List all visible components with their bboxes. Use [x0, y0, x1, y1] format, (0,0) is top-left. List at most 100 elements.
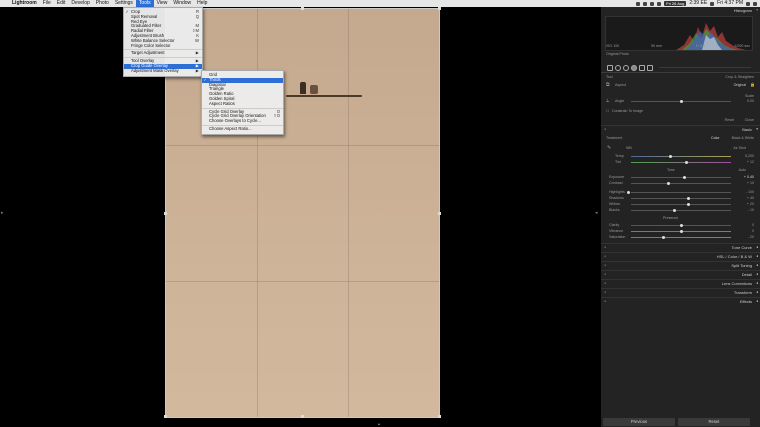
- exposure-slider[interactable]: [631, 177, 731, 178]
- menu-edit[interactable]: Edit: [54, 0, 69, 7]
- section-transform[interactable]: ◂ Transform ◂: [601, 288, 760, 296]
- vibrance-slider-thumb[interactable]: [680, 230, 683, 233]
- whites-slider-thumb[interactable]: [687, 203, 690, 206]
- menu-window[interactable]: Window: [170, 0, 194, 7]
- saturation-value[interactable]: - 20: [748, 235, 754, 239]
- contrast-slider[interactable]: [631, 183, 731, 184]
- crop-handle-bottom-right[interactable]: [438, 415, 441, 418]
- wifi-icon[interactable]: [650, 1, 655, 6]
- section-lens-corrections[interactable]: ◂ Lens Corrections ◂: [601, 279, 760, 287]
- whites-slider[interactable]: [631, 204, 731, 205]
- crop-handle-top-right[interactable]: [438, 7, 441, 10]
- menu-develop[interactable]: Develop: [68, 0, 92, 7]
- graduated-filter-icon[interactable]: [631, 65, 637, 71]
- submenu-item-aspect-ratios[interactable]: Aspect Ratios: [202, 101, 283, 107]
- highlights-slider-thumb[interactable]: [627, 191, 630, 194]
- search-icon[interactable]: [746, 1, 750, 6]
- tint-value[interactable]: + 12: [747, 160, 754, 164]
- crop-reset-button[interactable]: Reset: [725, 118, 734, 122]
- right-panel-toggle-icon[interactable]: ◂: [595, 210, 598, 216]
- whites-value[interactable]: + 20: [747, 202, 754, 206]
- wb-label: WB: [626, 146, 632, 150]
- section-effects[interactable]: ◂ Effects ◂: [601, 297, 760, 305]
- status-icon[interactable]: [636, 1, 641, 6]
- radial-filter-icon[interactable]: [639, 65, 645, 71]
- menu-file[interactable]: File: [40, 0, 54, 7]
- crop-handle-bottom[interactable]: [301, 415, 304, 418]
- treatment-bw-button[interactable]: Black & White: [732, 136, 754, 140]
- crop-handle-top[interactable]: [301, 7, 304, 10]
- section-detail[interactable]: ◂ Detail ◂: [601, 270, 760, 278]
- contrast-slider-thumb[interactable]: [667, 182, 670, 185]
- crop-handle-right[interactable]: [438, 212, 441, 215]
- section-hsl[interactable]: ◂ HSL / Color / B & W ◂: [601, 252, 760, 260]
- menu-item-fringe-color-selector[interactable]: Fringe Color Selector: [124, 43, 202, 49]
- menu-view[interactable]: View: [154, 0, 171, 7]
- basic-section-header[interactable]: ◂ Basic ▾: [601, 125, 760, 133]
- bluetooth-icon[interactable]: [657, 1, 662, 6]
- status-icon[interactable]: [643, 1, 648, 6]
- temp-value[interactable]: 5,200: [745, 154, 754, 158]
- vibrance-value[interactable]: 0: [752, 229, 754, 233]
- submenu-item-choose-overlays[interactable]: Choose Overlays to Cycle...: [202, 118, 283, 124]
- highlights-slider[interactable]: [631, 192, 731, 193]
- tint-slider[interactable]: [631, 162, 731, 163]
- section-split-toning[interactable]: ◂ Split Toning ◂: [601, 261, 760, 269]
- flag-icon[interactable]: [710, 1, 715, 6]
- tint-slider-thumb[interactable]: [685, 161, 688, 164]
- menu-item-target-adjustment[interactable]: Target Adjustment ▶: [124, 51, 202, 56]
- saturation-slider[interactable]: [631, 237, 731, 238]
- highlights-value[interactable]: - 100: [746, 190, 754, 194]
- saturation-slider-thumb[interactable]: [662, 236, 665, 239]
- aspect-select[interactable]: Original: [734, 83, 746, 87]
- menu-app[interactable]: Lightroom: [9, 0, 40, 7]
- red-eye-icon[interactable]: [623, 65, 629, 71]
- scale-label: Scale: [745, 94, 754, 98]
- filmstrip-toggle-icon[interactable]: ▴: [378, 421, 380, 426]
- constrain-checkbox[interactable]: ☐: [606, 109, 609, 113]
- crop-handle-bottom-left[interactable]: [164, 415, 167, 418]
- histogram-title[interactable]: Histogram: [734, 8, 752, 13]
- menu-help[interactable]: Help: [194, 0, 210, 7]
- submenu-item-choose-aspect-ratio[interactable]: Choose Aspect Ratio...: [202, 126, 283, 132]
- blacks-value[interactable]: - 10: [748, 208, 754, 212]
- crop-tool-icon[interactable]: [607, 65, 613, 71]
- exposure-value[interactable]: + 0.40: [744, 175, 754, 179]
- crop-frame-icon[interactable]: ⧉: [606, 82, 610, 88]
- shadows-value[interactable]: + 40: [747, 196, 754, 200]
- clock[interactable]: Fri 4:37 PM: [717, 0, 743, 7]
- left-panel-toggle-icon[interactable]: ▸: [1, 210, 4, 216]
- temp-slider-thumb[interactable]: [669, 155, 672, 158]
- lock-icon[interactable]: 🔒: [750, 82, 755, 87]
- wb-select[interactable]: As Shot: [733, 146, 746, 150]
- exposure-slider-thumb[interactable]: [683, 176, 686, 179]
- spot-removal-icon[interactable]: [615, 65, 621, 71]
- contrast-value[interactable]: + 10: [747, 181, 754, 185]
- blacks-slider[interactable]: [631, 210, 731, 211]
- angle-slider-thumb[interactable]: [680, 100, 683, 103]
- section-tone-curve[interactable]: ◂ Tone Curve ◂: [601, 243, 760, 251]
- list-icon[interactable]: [753, 1, 757, 6]
- clarity-value[interactable]: 0: [752, 223, 754, 227]
- previous-button[interactable]: Previous: [603, 418, 675, 426]
- collapse-triangle-icon[interactable]: ▾: [756, 8, 758, 12]
- crop-handle-left[interactable]: [164, 212, 167, 215]
- shadows-slider-thumb[interactable]: [687, 197, 690, 200]
- menu-tools[interactable]: Tools: [135, 0, 154, 7]
- menu-item-adjustment-mask-overlay[interactable]: Adjustment Mask Overlay ▶: [124, 68, 202, 74]
- angle-value[interactable]: 0.00: [747, 99, 754, 103]
- eyedropper-icon[interactable]: ✎: [607, 145, 611, 151]
- clarity-slider-thumb[interactable]: [680, 224, 683, 227]
- reset-button[interactable]: Reset: [678, 418, 750, 426]
- shadows-slider[interactable]: [631, 198, 731, 199]
- straighten-tool-icon[interactable]: ⟂: [606, 98, 609, 104]
- treatment-color-button[interactable]: Color: [711, 136, 720, 140]
- blacks-slider-thumb[interactable]: [673, 209, 676, 212]
- histogram[interactable]: [605, 16, 753, 51]
- menu-settings[interactable]: Settings: [112, 0, 136, 7]
- adjustment-brush-icon[interactable]: [647, 65, 653, 71]
- crop-close-button[interactable]: Close: [745, 118, 754, 122]
- menu-photo[interactable]: Photo: [93, 0, 112, 7]
- auto-tone-button[interactable]: Auto: [739, 168, 746, 172]
- temp-slider[interactable]: [631, 156, 731, 157]
